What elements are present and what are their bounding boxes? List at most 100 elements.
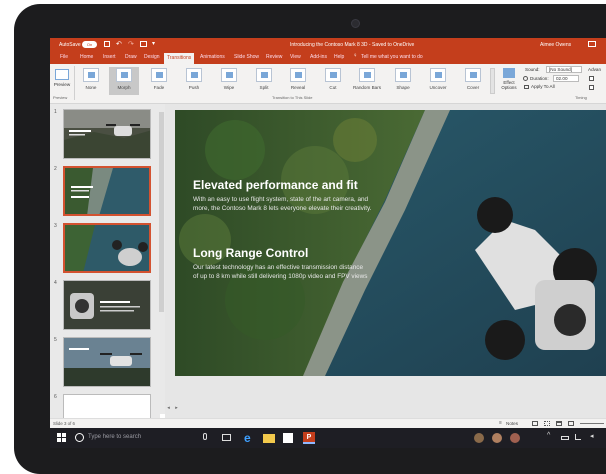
people-avatar-2[interactable] <box>492 433 502 443</box>
slide-horizontal-scrollbar[interactable]: ◂ ▸ <box>165 405 606 412</box>
file-explorer-icon[interactable] <box>263 434 275 443</box>
slide-thumbnail-5[interactable] <box>63 337 151 387</box>
preview-button[interactable]: Preview <box>52 67 72 95</box>
transition-fade[interactable]: Fade <box>144 67 174 95</box>
forest-lake-thumbnail-image <box>65 168 149 214</box>
people-avatar-1[interactable] <box>474 433 484 443</box>
people-avatar-3[interactable] <box>510 433 520 443</box>
scroll-right-arrow[interactable]: ▸ <box>173 405 180 412</box>
preview-icon <box>55 69 69 80</box>
windows-start-icon[interactable] <box>57 433 66 442</box>
autosave-label: AutoSave <box>59 42 81 48</box>
task-view-icon[interactable] <box>222 434 231 441</box>
tab-help[interactable]: Help <box>334 54 344 60</box>
powerpoint-icon[interactable]: P <box>303 432 315 444</box>
slide-number: 3 <box>54 223 57 229</box>
duration-input[interactable]: 02.00 <box>553 75 579 82</box>
preview-label: Preview <box>53 82 71 87</box>
slide-thumbnail-1[interactable] <box>63 109 151 159</box>
forest-lake-drone-photo <box>175 110 606 376</box>
tab-file[interactable]: File <box>60 54 68 60</box>
apply-to-all-button[interactable]: Apply To All <box>531 84 555 89</box>
present-icon[interactable] <box>140 41 147 47</box>
store-icon[interactable] <box>283 433 293 443</box>
effect-options-button[interactable]: Effect Options <box>497 67 521 95</box>
transition-cover[interactable]: Cover <box>458 67 488 95</box>
transition-label: Cut <box>329 85 337 90</box>
microphone-icon[interactable] <box>203 433 207 440</box>
slide-thumbnail-pane: 1 2 3 4 5 6 <box>50 104 160 444</box>
heading-long-range-control[interactable]: Long Range Control <box>193 246 308 260</box>
tell-me-search[interactable]: Tell me what you want to do <box>361 54 423 60</box>
slide-thumbnail-2[interactable] <box>63 166 151 216</box>
tab-add-ins[interactable]: Add-ins <box>310 54 327 60</box>
zoom-slider[interactable] <box>580 423 604 424</box>
advance-checkbox[interactable] <box>589 76 594 81</box>
cover-transition-icon <box>465 68 481 82</box>
transition-push[interactable]: Push <box>179 67 209 95</box>
duration-label: Duration: <box>530 76 549 81</box>
transition-label: Reveal <box>290 85 306 90</box>
transition-wipe[interactable]: Wipe <box>214 67 244 95</box>
uncover-transition-icon <box>430 68 446 82</box>
slide-thumbnail-3[interactable] <box>63 223 151 273</box>
tab-home[interactable]: Home <box>80 54 93 60</box>
reading-view-icon[interactable] <box>556 421 562 426</box>
transition-shape[interactable]: Shape <box>388 67 418 95</box>
network-icon[interactable] <box>575 434 581 440</box>
after-checkbox[interactable] <box>589 85 594 90</box>
search-icon <box>75 433 84 442</box>
transition-cut[interactable]: Cut <box>318 67 348 95</box>
status-bar: Slide 3 of 6 ≡ Notes <box>50 418 606 428</box>
tab-design[interactable]: Design <box>144 54 160 60</box>
slide-sorter-icon[interactable] <box>544 421 550 426</box>
thumbnail-scrollbar-thumb[interactable] <box>159 112 164 312</box>
body-elevated-line2[interactable]: more, the Contoso Mark 8 lets everyone e… <box>193 205 372 212</box>
notification-chevron-icon[interactable]: ^ <box>547 432 550 439</box>
effect-options-label: Effect Options <box>501 80 517 90</box>
body-elevated-line1[interactable]: With an easy to use flight system, state… <box>193 196 368 203</box>
sound-dropdown[interactable]: [No Sound] <box>546 66 582 73</box>
gallery-scroll[interactable] <box>490 68 495 94</box>
volume-icon[interactable]: ◂ <box>590 432 594 440</box>
customize-qat-icon[interactable]: ▾ <box>152 40 155 47</box>
tab-animations[interactable]: Animations <box>200 54 225 60</box>
notes-button[interactable]: Notes <box>506 421 518 426</box>
transition-morph[interactable]: Morph <box>109 67 139 95</box>
transition-none[interactable]: None <box>76 67 106 95</box>
taskbar-search-box[interactable]: Type here to search <box>88 434 141 440</box>
share-area[interactable] <box>512 53 602 63</box>
screen: AutoSave On ↶ ↷ ▾ Introducing the Contos… <box>50 38 606 448</box>
battery-icon[interactable] <box>561 436 569 440</box>
transition-random-bars[interactable]: Random Bars <box>352 67 382 95</box>
transition-split[interactable]: Split <box>249 67 279 95</box>
normal-view-icon[interactable] <box>532 421 538 426</box>
redo-icon[interactable]: ↷ <box>128 40 134 48</box>
scroll-left-arrow[interactable]: ◂ <box>165 405 172 412</box>
user-name[interactable]: Aimee Owens <box>540 42 571 48</box>
transition-reveal[interactable]: Reveal <box>283 67 313 95</box>
tab-draw[interactable]: Draw <box>125 54 137 60</box>
tab-review[interactable]: Review <box>266 54 282 60</box>
camera-thumbnail-image <box>64 281 150 329</box>
slideshow-icon[interactable] <box>568 421 574 426</box>
slide-counter: Slide 3 of 6 <box>53 421 75 426</box>
undo-icon[interactable]: ↶ <box>116 40 122 48</box>
save-icon[interactable] <box>104 41 110 47</box>
tab-insert[interactable]: Insert <box>103 54 116 60</box>
slide-thumbnail-4[interactable] <box>63 280 151 330</box>
tab-slide-show[interactable]: Slide Show <box>234 54 259 60</box>
ribbon-display-icon[interactable] <box>588 41 596 47</box>
body-long-range-line2[interactable]: of up to 8 km while still delivering 108… <box>193 273 367 280</box>
transition-label: Push <box>188 85 200 90</box>
tab-view[interactable]: View <box>290 54 301 60</box>
body-long-range-line1[interactable]: Our latest technology has an effective t… <box>193 264 363 271</box>
autosave-toggle[interactable]: On <box>82 41 97 48</box>
current-slide[interactable]: Elevated performance and fit With an eas… <box>175 110 606 376</box>
slide-number: 1 <box>54 109 57 115</box>
heading-elevated-performance[interactable]: Elevated performance and fit <box>193 178 358 192</box>
transition-uncover[interactable]: Uncover <box>423 67 453 95</box>
effect-options-icon <box>503 68 515 78</box>
tab-transitions[interactable]: Transitions <box>164 53 195 64</box>
edge-icon[interactable]: e <box>244 432 256 444</box>
